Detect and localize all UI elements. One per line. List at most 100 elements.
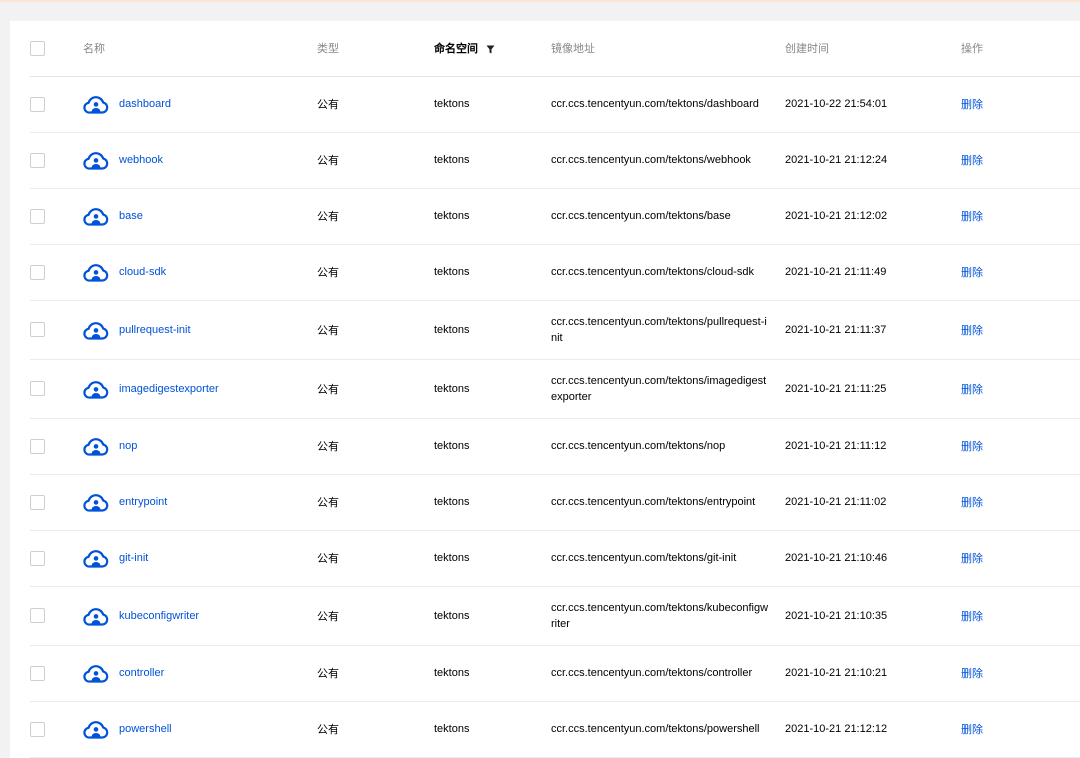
cloud-user-icon	[83, 208, 109, 226]
created-cell: 2021-10-21 21:11:12	[785, 418, 961, 475]
image-name-link[interactable]: dashboard	[119, 98, 171, 110]
image-table: 名称 类型 命名空间 镜像地址 创建时间 操作 dashboard 公有 tek…	[30, 21, 1080, 758]
address-cell: ccr.ccs.tencentyun.com/tektons/pullreque…	[551, 300, 785, 360]
column-header-type: 类型	[317, 21, 434, 77]
action-cell: 删除	[961, 300, 1080, 360]
action-cell: 删除	[961, 132, 1080, 189]
image-name-link[interactable]: pullrequest-init	[119, 324, 191, 336]
header-row: 名称 类型 命名空间 镜像地址 创建时间 操作	[30, 21, 1080, 77]
address-cell: ccr.ccs.tencentyun.com/tektons/nop	[551, 418, 785, 475]
row-select-cell	[30, 132, 83, 189]
cloud-user-icon	[83, 380, 109, 399]
delete-link[interactable]: 删除	[961, 611, 983, 623]
created-cell: 2021-10-21 21:12:02	[785, 188, 961, 245]
image-name-link[interactable]: kubeconfigwriter	[119, 610, 199, 622]
row-select-cell	[30, 645, 83, 702]
row-checkbox[interactable]	[30, 721, 45, 737]
row-checkbox[interactable]	[30, 665, 45, 681]
type-cell: 公有	[317, 474, 434, 531]
type-cell: 公有	[317, 300, 434, 360]
delete-link[interactable]: 删除	[961, 384, 983, 396]
table-row: cloud-sdk 公有 tektons ccr.ccs.tencentyun.…	[30, 244, 1080, 301]
delete-link[interactable]: 删除	[961, 325, 983, 337]
image-name-link[interactable]: controller	[119, 667, 164, 679]
created-cell: 2021-10-21 21:10:46	[785, 530, 961, 587]
table-body: dashboard 公有 tektons ccr.ccs.tencentyun.…	[30, 76, 1080, 758]
image-name-link[interactable]: entrypoint	[119, 496, 167, 508]
created-cell: 2021-10-21 21:11:37	[785, 300, 961, 360]
row-select-cell	[30, 586, 83, 646]
delete-link[interactable]: 删除	[961, 668, 983, 680]
delete-link[interactable]: 删除	[961, 441, 983, 453]
address-cell: ccr.ccs.tencentyun.com/tektons/controlle…	[551, 645, 785, 702]
delete-link[interactable]: 删除	[961, 553, 983, 565]
filter-icon[interactable]	[486, 45, 495, 54]
image-list-panel: 名称 类型 命名空间 镜像地址 创建时间 操作 dashboard 公有 tek…	[10, 21, 1080, 758]
delete-link[interactable]: 删除	[961, 211, 983, 223]
column-header-namespace[interactable]: 命名空间	[434, 21, 551, 77]
row-checkbox[interactable]	[30, 608, 45, 623]
namespace-cell: tektons	[434, 359, 551, 419]
table-row: entrypoint 公有 tektons ccr.ccs.tencentyun…	[30, 474, 1080, 531]
row-checkbox[interactable]	[30, 550, 45, 566]
table-row: webhook 公有 tektons ccr.ccs.tencentyun.co…	[30, 132, 1080, 189]
row-checkbox[interactable]	[30, 208, 45, 224]
column-header-name: 名称	[83, 21, 317, 77]
row-checkbox[interactable]	[30, 322, 45, 337]
namespace-cell: tektons	[434, 132, 551, 189]
row-checkbox[interactable]	[30, 96, 45, 112]
type-cell: 公有	[317, 530, 434, 587]
namespace-cell: tektons	[434, 530, 551, 587]
name-cell: nop	[83, 418, 317, 475]
cloud-user-icon	[83, 607, 109, 626]
created-cell: 2021-10-21 21:10:21	[785, 645, 961, 702]
row-select-cell	[30, 701, 83, 758]
delete-link[interactable]: 删除	[961, 497, 983, 509]
name-cell: kubeconfigwriter	[83, 586, 317, 646]
namespace-cell: tektons	[434, 418, 551, 475]
type-cell: 公有	[317, 418, 434, 475]
column-header-namespace-label: 命名空间	[434, 43, 478, 56]
name-cell: cloud-sdk	[83, 244, 317, 301]
type-cell: 公有	[317, 244, 434, 301]
table-row: powershell 公有 tektons ccr.ccs.tencentyun…	[30, 701, 1080, 758]
namespace-cell: tektons	[434, 76, 551, 133]
name-cell: git-init	[83, 530, 317, 587]
row-checkbox[interactable]	[30, 438, 45, 454]
type-cell: 公有	[317, 132, 434, 189]
cloud-user-icon	[83, 665, 109, 683]
row-checkbox[interactable]	[30, 264, 45, 280]
created-cell: 2021-10-21 21:12:24	[785, 132, 961, 189]
delete-link[interactable]: 删除	[961, 99, 983, 111]
image-name-link[interactable]: base	[119, 210, 143, 222]
address-cell: ccr.ccs.tencentyun.com/tektons/cloud-sdk	[551, 244, 785, 301]
image-name-link[interactable]: imagedigestexporter	[119, 383, 219, 395]
column-header-action: 操作	[961, 21, 1080, 77]
image-name-link[interactable]: powershell	[119, 723, 172, 735]
name-cell: pullrequest-init	[83, 300, 317, 360]
image-name-link[interactable]: webhook	[119, 154, 163, 166]
address-cell: ccr.ccs.tencentyun.com/tektons/base	[551, 188, 785, 245]
name-cell: dashboard	[83, 76, 317, 133]
row-checkbox[interactable]	[30, 152, 45, 168]
image-name-link[interactable]: nop	[119, 440, 137, 452]
column-header-created: 创建时间	[785, 21, 961, 77]
table-row: nop 公有 tektons ccr.ccs.tencentyun.com/te…	[30, 418, 1080, 475]
action-cell: 删除	[961, 359, 1080, 419]
row-checkbox[interactable]	[30, 494, 45, 510]
image-name-link[interactable]: git-init	[119, 552, 148, 564]
select-all-checkbox[interactable]	[30, 40, 45, 56]
image-name-link[interactable]: cloud-sdk	[119, 266, 166, 278]
cloud-user-icon	[83, 264, 109, 282]
namespace-cell: tektons	[434, 244, 551, 301]
action-cell: 删除	[961, 76, 1080, 133]
delete-link[interactable]: 删除	[961, 267, 983, 279]
namespace-cell: tektons	[434, 701, 551, 758]
type-cell: 公有	[317, 645, 434, 702]
delete-link[interactable]: 删除	[961, 155, 983, 167]
cloud-user-icon	[83, 494, 109, 512]
delete-link[interactable]: 删除	[961, 724, 983, 736]
row-checkbox[interactable]	[30, 381, 45, 396]
created-cell: 2021-10-21 21:10:35	[785, 586, 961, 646]
namespace-cell: tektons	[434, 474, 551, 531]
